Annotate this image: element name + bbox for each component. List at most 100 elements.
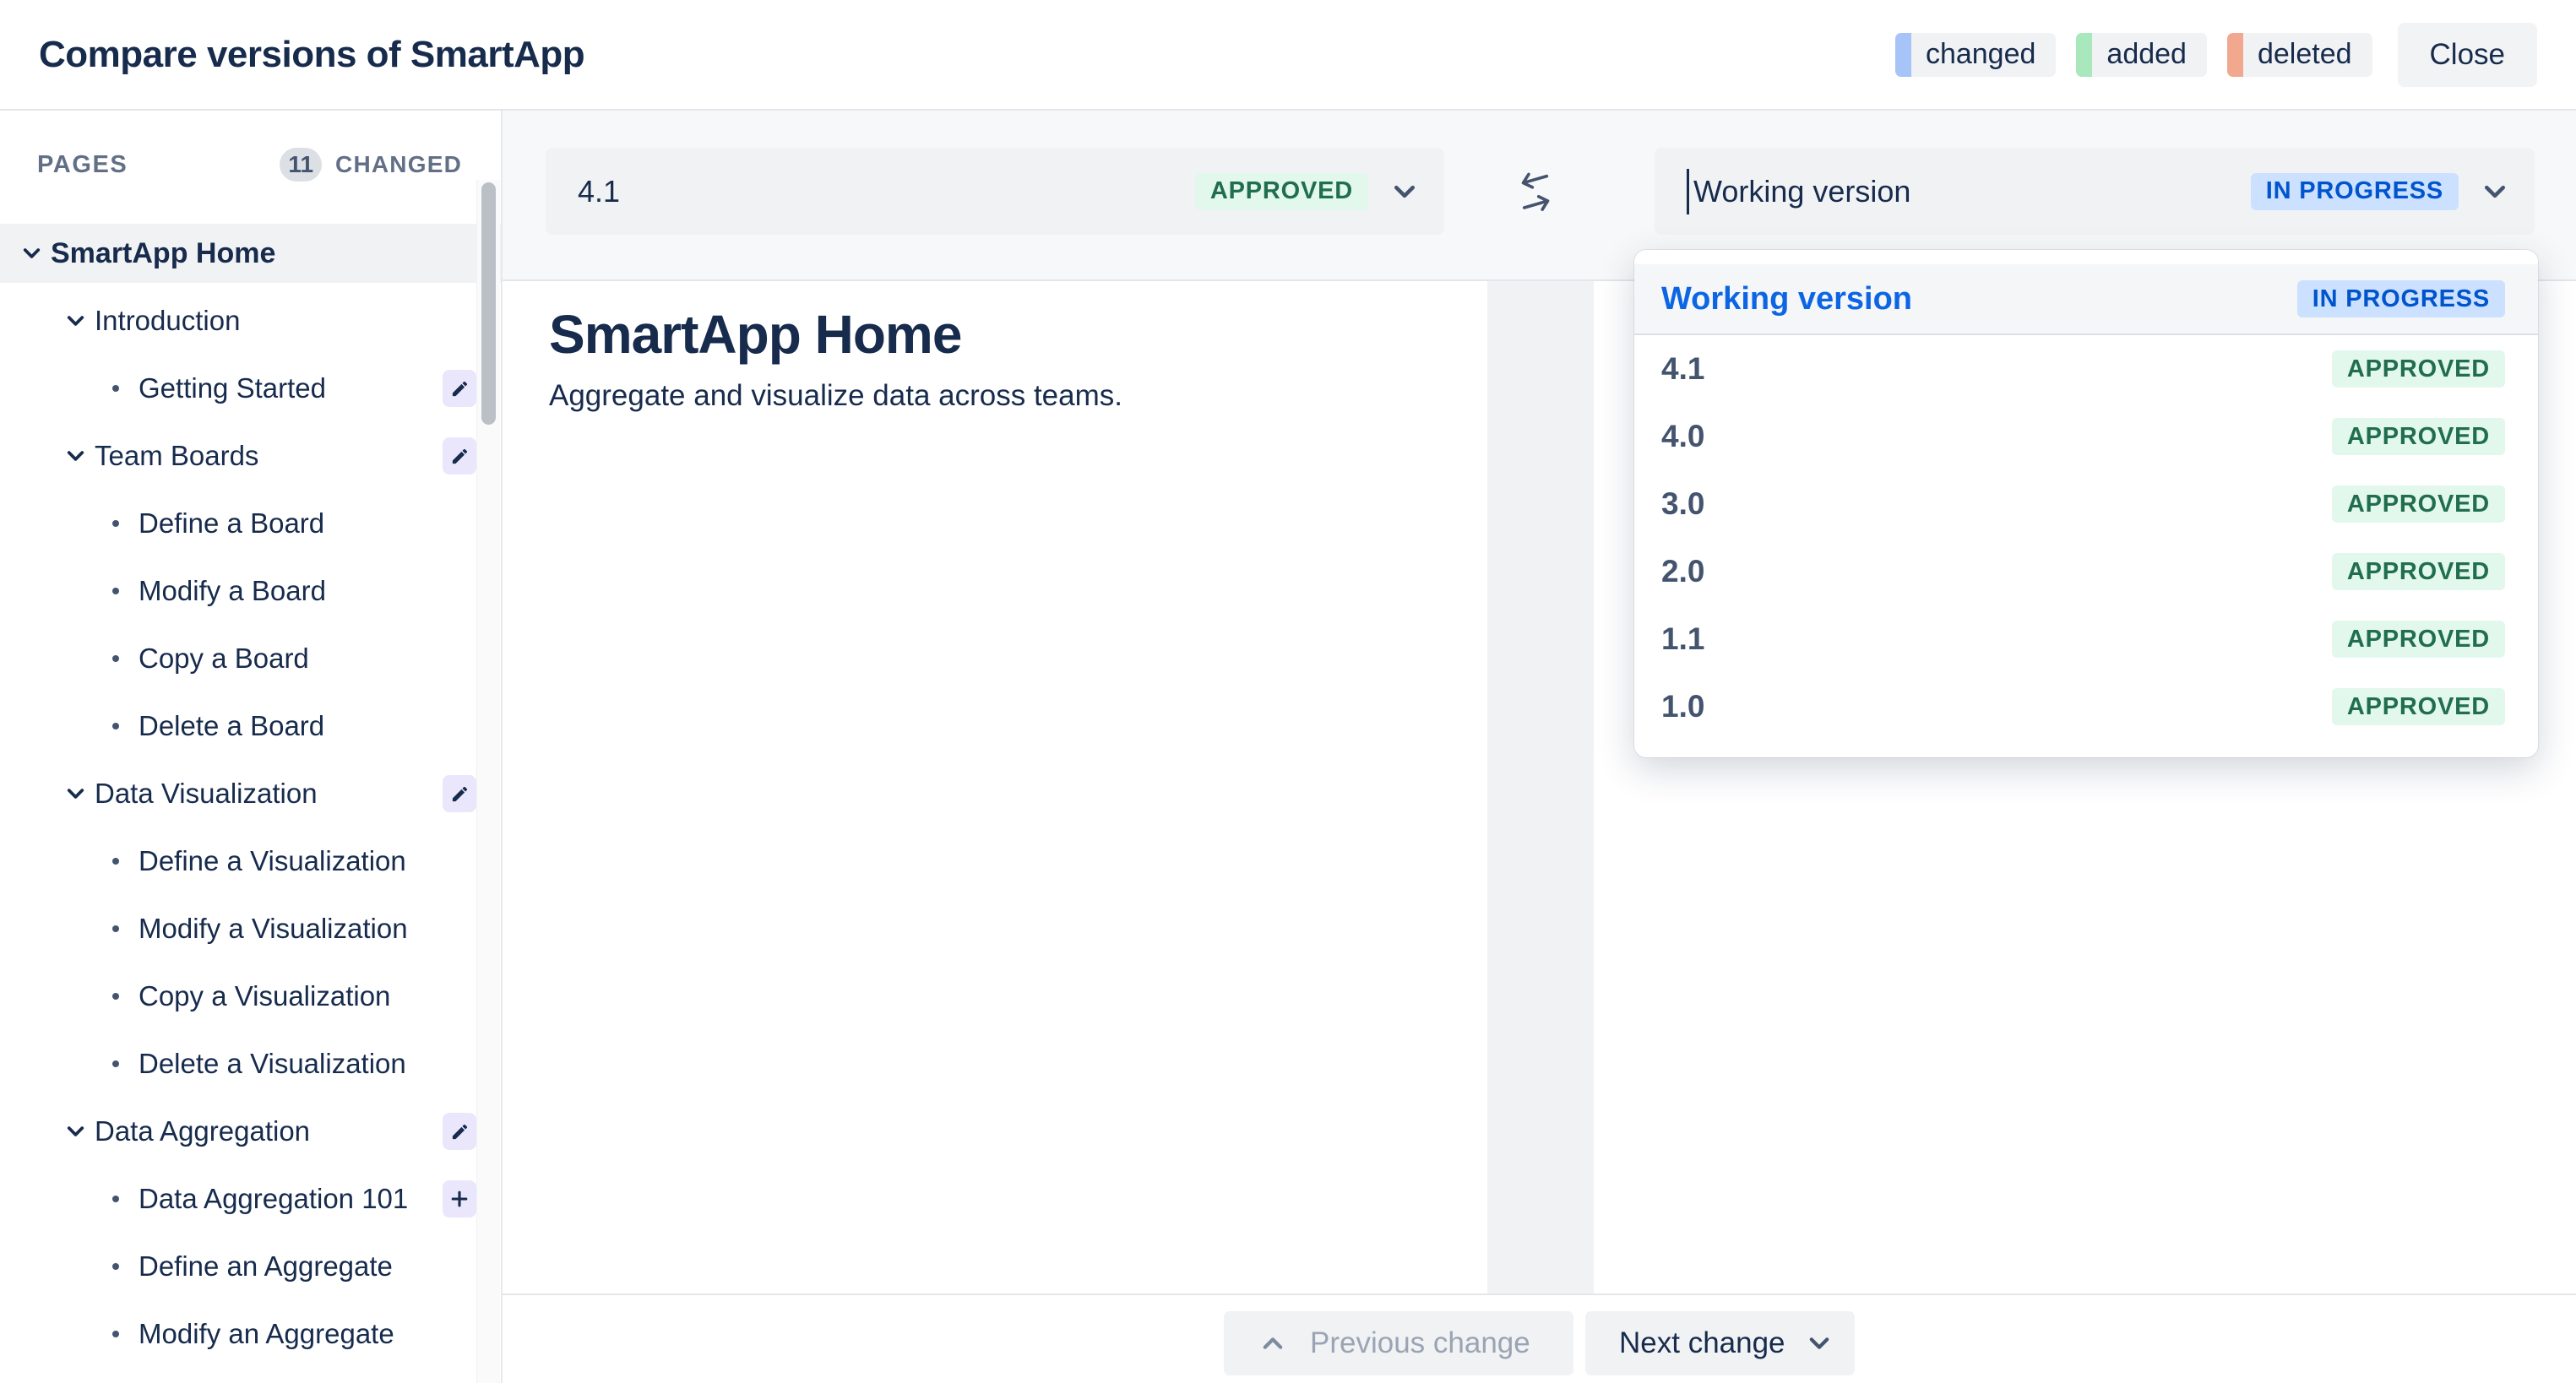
legend-label: deleted: [2243, 38, 2372, 71]
version-dropdown-menu: Working version IN PROGRESS 4.1APPROVED4.0…: [1634, 250, 2538, 757]
tree-item[interactable]: Modify a Board: [0, 561, 501, 621]
pencil-icon-badge[interactable]: [443, 370, 476, 407]
chevron-down-icon[interactable]: [2481, 177, 2509, 206]
left-version-status-badge: APPROVED: [1195, 173, 1368, 210]
add-icon-badge[interactable]: [443, 1180, 476, 1218]
tree-item[interactable]: Modify an Aggregate: [0, 1304, 501, 1364]
chevron-down-icon[interactable]: [64, 1120, 87, 1143]
bullet-icon: [112, 993, 119, 1000]
right-version-input[interactable]: Working version: [1693, 174, 1910, 209]
bullet-icon: [112, 1196, 119, 1202]
tree-item[interactable]: Introduction: [0, 291, 501, 350]
tree-item[interactable]: Delete a Visualization: [0, 1034, 501, 1093]
tree-item-label: Define a Board: [139, 507, 324, 540]
status-badge: APPROVED: [2332, 553, 2505, 590]
previous-change-button[interactable]: Previous change: [1224, 1311, 1573, 1375]
tree-item-label: Define a Visualization: [139, 845, 406, 877]
page-title: Compare versions of SmartApp: [39, 34, 584, 76]
tree-item-label: Data Aggregation: [95, 1115, 310, 1147]
legend-changed-badge: changed: [1895, 33, 2056, 77]
dropdown-item[interactable]: Working version IN PROGRESS: [1634, 264, 2538, 335]
dropdown-item[interactable]: 1.0APPROVED: [1634, 673, 2538, 740]
tree-item-label: Data Aggregation 101: [139, 1183, 408, 1215]
dropdown-item-label: 3.0: [1661, 486, 1704, 522]
legend-added-badge: added: [2076, 33, 2207, 77]
dropdown-item[interactable]: 1.1 APPROVED: [1634, 605, 2538, 673]
pencil-icon-badge[interactable]: [443, 775, 476, 812]
pencil-icon-badge[interactable]: [443, 1113, 476, 1150]
changed-count-badge: 11: [280, 148, 322, 182]
change-navigation-bar: Previous change Next change: [503, 1294, 2576, 1383]
pencil-icon: [450, 784, 470, 804]
dropdown-item[interactable]: 4.0APPROVED: [1634, 403, 2538, 470]
chevron-down-icon[interactable]: [64, 445, 87, 468]
chevron-down-icon[interactable]: [1390, 177, 1419, 206]
dropdown-item-label: 1.1: [1661, 621, 1704, 657]
tree-item[interactable]: Copy a Visualization: [0, 967, 501, 1026]
status-badge: APPROVED: [2332, 350, 2505, 388]
dropdown-item[interactable]: 3.0APPROVED: [1634, 470, 2538, 538]
tree-item[interactable]: Define a Board: [0, 494, 501, 553]
tree-item-label: Modify an Aggregate: [139, 1318, 394, 1350]
tree-item-label: Define an Aggregate: [139, 1250, 393, 1283]
pencil-icon: [450, 1122, 470, 1142]
bullet-icon: [112, 588, 119, 594]
next-change-button[interactable]: Next change: [1585, 1311, 1855, 1375]
left-version-selector[interactable]: 4.1 APPROVED: [546, 148, 1444, 235]
pencil-icon-badge[interactable]: [443, 437, 476, 475]
changed-label: CHANGED: [335, 151, 462, 178]
chevron-up-icon: [1259, 1330, 1286, 1357]
sidebar-header: PAGES 11 CHANGED: [0, 111, 501, 207]
tree-item[interactable]: Define a Visualization: [0, 832, 501, 891]
tree-item[interactable]: Team Boards: [0, 426, 501, 485]
bullet-icon: [112, 1060, 119, 1067]
chevron-down-icon[interactable]: [20, 242, 43, 265]
page-subtitle: Aggregate and visualize data across team…: [549, 379, 1454, 413]
legend-color-bar: [2076, 33, 2092, 77]
right-version-selector[interactable]: Working version IN PROGRESS: [1655, 148, 2535, 235]
left-version-value: 4.1: [578, 174, 620, 209]
bullet-icon: [112, 520, 119, 527]
pencil-icon: [450, 447, 470, 466]
plus-icon: [448, 1188, 470, 1210]
tree-item[interactable]: Data Aggregation: [0, 1102, 501, 1161]
swap-versions-icon[interactable]: [1508, 165, 1562, 220]
page-heading: SmartApp Home: [549, 303, 1454, 366]
tree-item-label: Introduction: [95, 305, 240, 337]
dropdown-item-label: 1.0: [1661, 689, 1704, 724]
legend-deleted-badge: deleted: [2227, 33, 2372, 77]
status-badge: APPROVED: [2332, 621, 2505, 658]
tree-item[interactable]: Modify a Visualization: [0, 899, 501, 958]
dropdown-item-label: Working version: [1661, 281, 1912, 317]
tree-item-label: Copy a Board: [139, 643, 309, 675]
dropdown-item[interactable]: 2.0APPROVED: [1634, 538, 2538, 605]
tree-item[interactable]: Delete a Board: [0, 697, 501, 756]
tree-item-label: Team Boards: [95, 440, 258, 472]
tree-item[interactable]: SmartApp Home: [0, 224, 501, 283]
tree-item[interactable]: Data Visualization: [0, 764, 501, 823]
compare-versions-dialog: Compare versions of SmartApp changed adde…: [0, 0, 2576, 1383]
bullet-icon: [112, 858, 119, 865]
close-button[interactable]: Close: [2398, 23, 2537, 87]
dropdown-item[interactable]: 4.1APPROVED: [1634, 335, 2538, 403]
chevron-down-icon[interactable]: [64, 310, 87, 333]
bullet-icon: [112, 655, 119, 662]
legend-color-bar: [1895, 33, 1911, 77]
pages-sidebar: PAGES 11 CHANGED SmartApp Home Introduct…: [0, 111, 503, 1383]
right-version-status-badge: IN PROGRESS: [2251, 173, 2459, 210]
tree-item-label: Delete a Visualization: [139, 1048, 406, 1080]
tree-item-label: Data Visualization: [95, 778, 318, 810]
tree-item[interactable]: Define an Aggregate: [0, 1237, 501, 1296]
legend-label: changed: [1911, 38, 2056, 71]
scrollbar-thumb[interactable]: [481, 182, 496, 425]
legend-label: added: [2092, 38, 2207, 71]
tree-item[interactable]: Data Aggregation 101: [0, 1169, 501, 1228]
tree-item[interactable]: Copy a Board: [0, 629, 501, 688]
bullet-icon: [112, 925, 119, 932]
status-badge: IN PROGRESS: [2297, 280, 2505, 317]
previous-change-label: Previous change: [1310, 1326, 1530, 1360]
bullet-icon: [112, 385, 119, 392]
sidebar-scrollbar[interactable]: [476, 180, 500, 1383]
chevron-down-icon[interactable]: [64, 783, 87, 805]
tree-item[interactable]: Getting Started: [0, 359, 501, 418]
